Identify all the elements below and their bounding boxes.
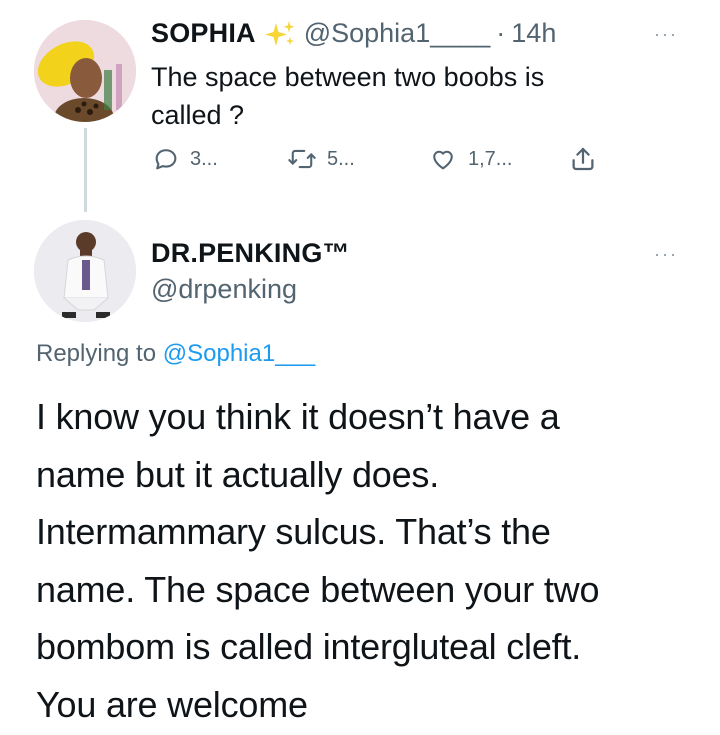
author-name[interactable]: SOPHIA xyxy=(151,18,256,49)
reply-icon xyxy=(152,145,180,173)
retweet-count: 5... xyxy=(327,147,355,170)
like-count: 1,7... xyxy=(468,147,513,170)
reply-count: 3... xyxy=(190,147,218,170)
reply-text-line: name but it actually does. xyxy=(36,453,440,495)
profile-photo-sophia xyxy=(34,20,136,122)
parent-tweet-line: called ? xyxy=(151,100,245,130)
tweet-time[interactable]: 14h xyxy=(511,18,556,49)
avatar-sophia[interactable] xyxy=(34,20,136,122)
parent-tweet-header: SOPHIA @Sophia1____ · 14h xyxy=(151,18,556,49)
separator-dot: · xyxy=(496,18,506,48)
reply-text-line: I know you think it doesn’t have a xyxy=(36,396,560,437)
reply-button[interactable]: 3... xyxy=(152,145,218,173)
reply-text-line: name. The space between your two xyxy=(36,568,600,610)
profile-photo-drpenking xyxy=(34,220,136,322)
reply-text-line: You are welcome xyxy=(36,683,308,725)
reply-text-line: Intermammary sulcus. That’s the xyxy=(36,511,551,552)
reply-text-line: bombom is called intergluteal cleft. xyxy=(36,626,582,667)
heart-icon xyxy=(428,145,458,173)
reply-author-name[interactable]: DR.PENKING™ xyxy=(151,238,350,269)
replying-to-label: Replying to xyxy=(36,340,157,367)
retweet-button[interactable]: 5... xyxy=(287,145,355,173)
reply-author-handle[interactable]: @drpenking xyxy=(151,274,297,305)
share-icon xyxy=(568,144,598,174)
author-handle[interactable]: @Sophia1____ xyxy=(304,18,491,49)
thread-connector-line xyxy=(84,128,87,212)
like-button[interactable]: 1,7... xyxy=(428,145,512,173)
parent-tweet-line: The space between two boobs is xyxy=(151,62,545,92)
share-button[interactable] xyxy=(568,144,598,174)
reply-more-options-icon[interactable]: ··· xyxy=(654,244,678,265)
more-options-icon[interactable]: ··· xyxy=(654,24,678,45)
replying-to-mention[interactable]: @Sophia1___ xyxy=(163,340,315,367)
parent-tweet-text: The space between two boobs is called ? xyxy=(151,58,544,134)
avatar-drpenking[interactable] xyxy=(34,220,136,322)
sparkles-icon xyxy=(262,19,298,49)
retweet-icon xyxy=(287,145,317,173)
reply-tweet-text: I know you think it doesn’t have a name … xyxy=(36,388,696,733)
replying-to-line: Replying to @Sophia1___ xyxy=(36,340,315,368)
